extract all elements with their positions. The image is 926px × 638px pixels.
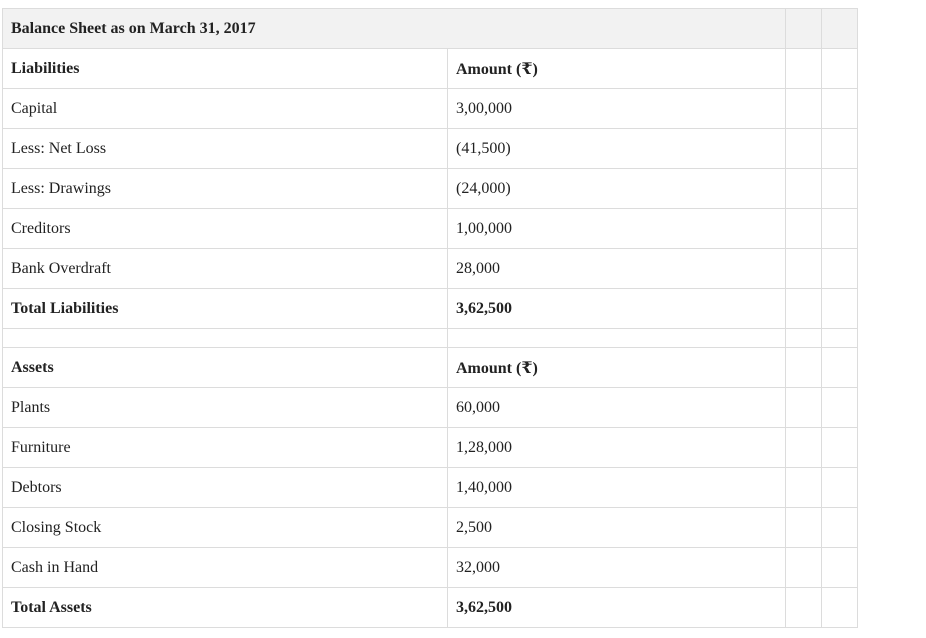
table-row: Less: Net Loss (41,500) [2,128,858,169]
table-row: Bank Overdraft 28,000 [2,248,858,289]
empty-cell [821,128,858,169]
row-amount: (24,000) [447,168,786,209]
assets-heading: Assets [2,347,448,388]
row-label: Less: Drawings [2,168,448,209]
empty-cell [785,88,822,129]
table-row: Creditors 1,00,000 [2,208,858,249]
table-row: Furniture 1,28,000 [2,427,858,468]
row-label: Less: Net Loss [2,128,448,169]
total-label: Total Assets [2,587,448,628]
empty-cell [447,328,786,348]
table-row: Capital 3,00,000 [2,88,858,129]
empty-cell [785,168,822,209]
table-row: Debtors 1,40,000 [2,467,858,508]
empty-cell [821,507,858,548]
empty-cell [785,128,822,169]
empty-cell [785,288,822,329]
empty-cell [821,427,858,468]
row-amount: 1,40,000 [447,467,786,508]
empty-cell [821,288,858,329]
total-label: Total Liabilities [2,288,448,329]
empty-cell [785,547,822,588]
title-row: Balance Sheet as on March 31, 2017 [2,8,858,49]
row-label: Plants [2,387,448,428]
table-row: Closing Stock 2,500 [2,507,858,548]
row-label: Bank Overdraft [2,248,448,289]
row-amount: 28,000 [447,248,786,289]
row-amount: 32,000 [447,547,786,588]
empty-cell [821,328,858,348]
empty-cell [785,347,822,388]
empty-cell [2,328,448,348]
row-label: Closing Stock [2,507,448,548]
empty-cell [821,88,858,129]
empty-cell [821,347,858,388]
empty-cell [821,387,858,428]
empty-cell [785,467,822,508]
table-row: Cash in Hand 32,000 [2,547,858,588]
row-amount: 1,28,000 [447,427,786,468]
empty-cell [785,248,822,289]
liabilities-header-row: Liabilities Amount (₹) [2,48,858,89]
assets-header-row: Assets Amount (₹) [2,347,858,388]
row-label: Debtors [2,467,448,508]
empty-cell [785,587,822,628]
table-row: Less: Drawings (24,000) [2,168,858,209]
empty-cell [821,8,858,49]
empty-cell [821,547,858,588]
empty-cell [821,48,858,89]
empty-cell [785,8,822,49]
row-label: Furniture [2,427,448,468]
row-amount: 60,000 [447,387,786,428]
total-amount: 3,62,500 [447,288,786,329]
empty-cell [785,208,822,249]
amount-heading: Amount (₹) [447,347,786,388]
row-amount: (41,500) [447,128,786,169]
empty-cell [785,48,822,89]
empty-cell [821,168,858,209]
row-amount: 1,00,000 [447,208,786,249]
empty-cell [785,507,822,548]
row-label: Cash in Hand [2,547,448,588]
table-row: Plants 60,000 [2,387,858,428]
empty-cell [785,328,822,348]
total-assets-row: Total Assets 3,62,500 [2,587,858,628]
row-amount: 2,500 [447,507,786,548]
empty-cell [821,208,858,249]
total-liabilities-row: Total Liabilities 3,62,500 [2,288,858,329]
empty-cell [821,467,858,508]
row-amount: 3,00,000 [447,88,786,129]
table-title: Balance Sheet as on March 31, 2017 [2,8,786,49]
empty-cell [785,387,822,428]
liabilities-heading: Liabilities [2,48,448,89]
empty-cell [785,427,822,468]
amount-heading: Amount (₹) [447,48,786,89]
total-amount: 3,62,500 [447,587,786,628]
row-label: Capital [2,88,448,129]
empty-cell [821,248,858,289]
empty-cell [821,587,858,628]
balance-sheet-table: Balance Sheet as on March 31, 2017 Liabi… [2,8,858,628]
row-label: Creditors [2,208,448,249]
spacer-row [2,328,858,348]
